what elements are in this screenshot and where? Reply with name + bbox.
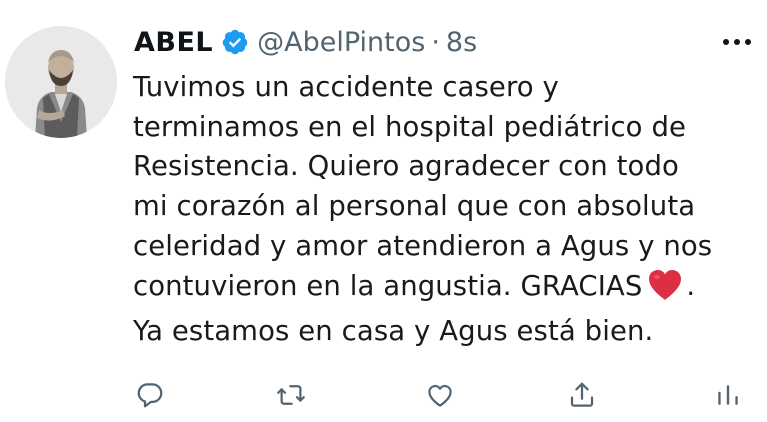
share-icon [570, 382, 594, 407]
tweet-line: celeridad y amor atendieron a Agus y nos [133, 229, 713, 262]
tweet-line-segment: contuvieron en la angustia. GRACIAS [133, 269, 643, 302]
tweet-line: Tuvimos un accidente casero y [133, 71, 559, 103]
tweet-actions [0, 372, 767, 418]
display-name[interactable]: ABEL [134, 27, 213, 58]
avatar-image [5, 26, 117, 138]
views-icon [718, 385, 738, 405]
timestamp[interactable]: 8s [446, 27, 477, 58]
tweet-text: Tuvimos un accidente casero y terminamos… [133, 68, 758, 352]
red-heart-emoji-icon [647, 269, 683, 313]
tweet-line: Resistencia. Quiero agradecer con todo [133, 150, 679, 183]
tweet-line: Ya estamos en casa y Agus está bien. [133, 315, 654, 348]
reply-icon [137, 383, 163, 408]
tweet-header: ABEL @AbelPintos · 8s [134, 22, 477, 62]
avatar[interactable] [5, 26, 117, 138]
tweet-line: mi corazón al personal que con absoluta [133, 190, 696, 223]
tweet-card[interactable]: ABEL @AbelPintos · 8s Tuvimos un acciden… [0, 0, 767, 422]
share-button[interactable] [562, 372, 602, 418]
retweet-button[interactable] [271, 372, 311, 418]
separator-dot: · [431, 26, 440, 58]
like-button[interactable] [420, 372, 460, 418]
views-button[interactable] [708, 372, 748, 418]
more-icon[interactable] [717, 30, 757, 54]
tweet-line: terminamos en el hospital pediátrico de [133, 110, 687, 143]
tweet-line-with-emoji: contuvieron en la angustia. GRACIAS. [133, 267, 758, 313]
like-icon [428, 384, 452, 407]
verified-badge-icon [221, 28, 249, 56]
tweet-line-segment: . [686, 269, 696, 302]
retweet-icon [277, 385, 305, 405]
reply-button[interactable] [130, 372, 170, 418]
user-handle[interactable]: @AbelPintos [257, 27, 425, 58]
